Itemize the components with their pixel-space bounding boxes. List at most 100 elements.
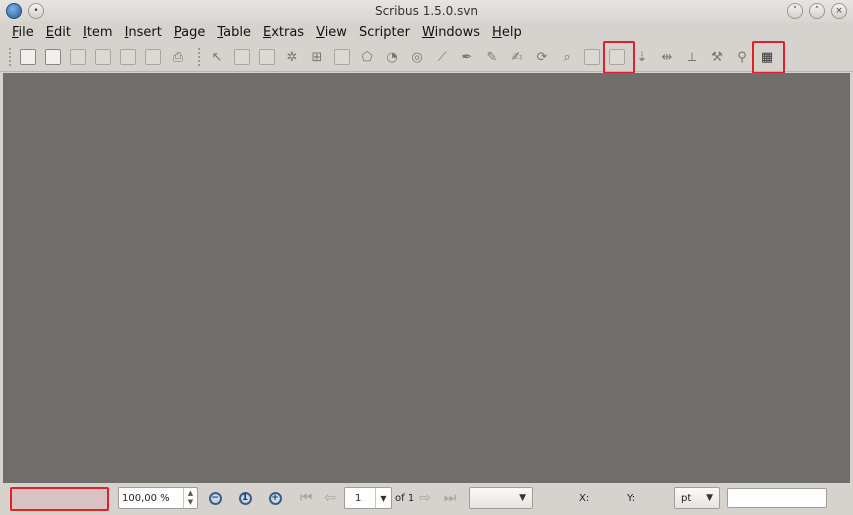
zoom-100-button[interactable]: 1 bbox=[236, 489, 254, 507]
eyedropper-icon: ⚲ bbox=[737, 49, 747, 65]
link-frames-icon: ⇣ bbox=[636, 49, 648, 65]
bezier-button[interactable]: ✒ bbox=[455, 45, 479, 69]
line-button[interactable]: ⟋ bbox=[430, 45, 454, 69]
menu-scripter[interactable]: Scripter bbox=[353, 25, 416, 40]
menu-help[interactable]: Help bbox=[486, 25, 528, 40]
spiral-icon: ◎ bbox=[411, 49, 423, 65]
layer-select[interactable]: ▼ bbox=[469, 487, 533, 509]
status-text-field[interactable] bbox=[727, 488, 827, 508]
document-canvas[interactable] bbox=[3, 73, 850, 483]
first-page-icon: ⏮ bbox=[299, 490, 313, 506]
print-icon bbox=[120, 49, 136, 65]
spiral-button[interactable]: ◎ bbox=[405, 45, 429, 69]
chevron-down-icon: ▼ bbox=[375, 488, 391, 508]
close-document-icon bbox=[95, 49, 111, 65]
menu-windows[interactable]: Windows bbox=[416, 25, 486, 40]
status-bar: 100,00 % ▲ ▼ − 1 + ⏮ ⇦ 1 ▼ of 1 ⇨ ⏭ ▼ X: … bbox=[0, 484, 853, 515]
render-frame-button[interactable]: ✲ bbox=[280, 45, 304, 69]
arrow-left-icon: ⇦ bbox=[324, 490, 336, 506]
new-document-button[interactable] bbox=[16, 45, 40, 69]
first-page-button[interactable]: ⏮ bbox=[297, 489, 315, 507]
select-tool-button[interactable]: ↖ bbox=[205, 45, 229, 69]
render-frame-icon: ✲ bbox=[286, 49, 298, 65]
measure-icon: ⟂ bbox=[687, 49, 697, 65]
highlight-barcode-generator bbox=[752, 41, 785, 74]
zoom-value: 100,00 % bbox=[122, 492, 170, 504]
print-button[interactable] bbox=[116, 45, 140, 69]
window-menu-icon[interactable]: • bbox=[28, 3, 44, 19]
table-button[interactable]: ⊞ bbox=[305, 45, 329, 69]
copy-properties-button[interactable]: ⚒ bbox=[705, 45, 729, 69]
export-pdf-icon: ⎙ bbox=[172, 49, 184, 65]
polygon-icon: ⬠ bbox=[361, 49, 373, 65]
menu-page[interactable]: Page bbox=[168, 25, 211, 40]
text-frame-icon bbox=[234, 49, 250, 65]
menu-item[interactable]: Item bbox=[77, 25, 119, 40]
chevron-down-icon: ▼ bbox=[706, 493, 713, 503]
rotate-button[interactable]: ⟳ bbox=[530, 45, 554, 69]
arrow-right-icon: ⇨ bbox=[419, 490, 431, 506]
close-button[interactable]: × bbox=[831, 3, 847, 19]
polygon-button[interactable]: ⬠ bbox=[355, 45, 379, 69]
image-frame-button[interactable] bbox=[255, 45, 279, 69]
y-coordinate-label: Y: bbox=[627, 493, 636, 504]
export-pdf-button[interactable]: ⎙ bbox=[166, 45, 190, 69]
line-icon: ⟋ bbox=[437, 49, 447, 65]
last-page-icon: ⏭ bbox=[443, 490, 457, 506]
title-bar: • Scribus 1.5.0.svn ˅ ˄ × bbox=[0, 0, 853, 22]
copy-properties-icon: ⚒ bbox=[711, 49, 723, 65]
zoom-tool-button[interactable]: ⌕ bbox=[555, 45, 579, 69]
menu-insert[interactable]: Insert bbox=[119, 25, 168, 40]
unlink-frames-icon: ⇹ bbox=[661, 49, 673, 65]
unit-select-value: pt bbox=[681, 492, 692, 504]
previous-page-button[interactable]: ⇦ bbox=[321, 489, 339, 507]
minimize-button[interactable]: ˅ bbox=[787, 3, 803, 19]
open-document-button[interactable] bbox=[41, 45, 65, 69]
menu-table[interactable]: Table bbox=[211, 25, 257, 40]
zoom-spinner[interactable]: ▲ ▼ bbox=[183, 488, 197, 508]
menu-extras[interactable]: Extras bbox=[257, 25, 310, 40]
freehand-icon: ✎ bbox=[486, 49, 498, 65]
toolbar-grip[interactable] bbox=[8, 47, 12, 67]
preflight-button[interactable] bbox=[141, 45, 165, 69]
arc-button[interactable]: ◔ bbox=[380, 45, 404, 69]
menu-file[interactable]: File bbox=[6, 25, 40, 40]
measure-button[interactable]: ⟂ bbox=[680, 45, 704, 69]
last-page-button[interactable]: ⏭ bbox=[441, 489, 459, 507]
save-document-icon bbox=[70, 49, 86, 65]
scribus-app-icon[interactable] bbox=[6, 3, 22, 19]
shape-icon bbox=[334, 49, 350, 65]
image-frame-icon bbox=[259, 49, 275, 65]
status-message-field bbox=[10, 487, 109, 511]
page-number-value: 1 bbox=[355, 492, 362, 504]
chevron-down-icon: ▼ bbox=[519, 493, 526, 503]
toolbar-grip-2[interactable] bbox=[197, 47, 201, 67]
unlink-frames-button[interactable]: ⇹ bbox=[655, 45, 679, 69]
shape-button[interactable] bbox=[330, 45, 354, 69]
preflight-icon bbox=[145, 49, 161, 65]
menu-view[interactable]: View bbox=[310, 25, 353, 40]
menu-edit[interactable]: Edit bbox=[40, 25, 77, 40]
save-document-button[interactable] bbox=[66, 45, 90, 69]
zoom-out-button[interactable]: − bbox=[206, 489, 224, 507]
freehand-button[interactable]: ✎ bbox=[480, 45, 504, 69]
next-page-button[interactable]: ⇨ bbox=[416, 489, 434, 507]
rotate-icon: ⟳ bbox=[536, 49, 548, 65]
arc-icon: ◔ bbox=[386, 49, 398, 65]
close-document-button[interactable] bbox=[91, 45, 115, 69]
unit-select[interactable]: pt ▼ bbox=[674, 487, 720, 509]
maximize-button[interactable]: ˄ bbox=[809, 3, 825, 19]
zoom-100-icon: 1 bbox=[238, 491, 252, 505]
calligraphic-button[interactable]: ✍ bbox=[505, 45, 529, 69]
eyedropper-button[interactable]: ⚲ bbox=[730, 45, 754, 69]
new-document-icon bbox=[20, 49, 36, 65]
select-tool-icon: ↖ bbox=[211, 49, 223, 65]
text-frame-button[interactable] bbox=[230, 45, 254, 69]
zoom-in-button[interactable]: + bbox=[266, 489, 284, 507]
x-coordinate-label: X: bbox=[579, 493, 590, 504]
calligraphic-icon: ✍ bbox=[511, 49, 523, 65]
page-number-select[interactable]: 1 ▼ bbox=[344, 487, 392, 509]
page-count-label: of 1 bbox=[395, 493, 415, 504]
edit-text-button[interactable] bbox=[580, 45, 604, 69]
zoom-input[interactable]: 100,00 % ▲ ▼ bbox=[118, 487, 198, 509]
